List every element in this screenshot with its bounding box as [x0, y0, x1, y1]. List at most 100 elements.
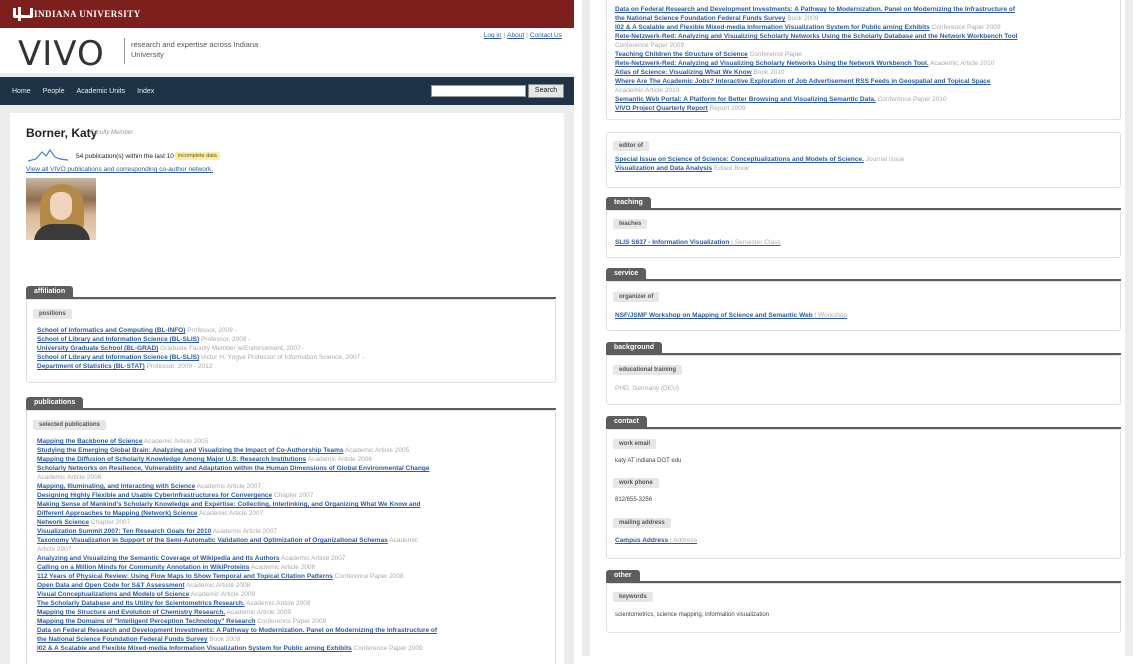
publication-link[interactable]: Scholarly Networks on Resilience, Vulner… — [37, 465, 429, 472]
work-phone-value: 812/855-3256 — [615, 497, 653, 503]
publication-meta: Academic Article 2008 — [185, 582, 251, 589]
list-item: Visualization and Data Analysis Edited B… — [615, 165, 750, 172]
publication-meta: Academic Article 2006 — [307, 456, 372, 463]
publication-link[interactable]: Where Are The Academic Jobs? Interactive… — [615, 78, 991, 85]
list-item: Mapping the Structure and Evolution of C… — [37, 608, 547, 617]
search-input[interactable] — [431, 85, 526, 97]
publication-link[interactable]: Taxonomy Visualization in Support of the… — [37, 537, 388, 544]
publication-link[interactable]: VIVO Project Quarterly Report — [615, 105, 708, 112]
list-item: Analyzing and Visualizing the Semantic C… — [37, 554, 547, 563]
work-email-value[interactable]: katy AT indiana DOT edu — [615, 458, 681, 464]
campus-address-link[interactable]: Campus Address | Address — [615, 537, 697, 544]
publication-link[interactable]: Atlas of Science: Visualizing What We Kn… — [615, 69, 752, 76]
list-item: Rete-Netzwerk-Red: Analyzing and Visuali… — [615, 32, 1120, 41]
publication-meta: Chapter 2007 — [90, 519, 131, 526]
login-link[interactable]: Log in — [484, 32, 502, 39]
publication-link[interactable]: Visualization Summit 2007: Ten Research … — [37, 528, 211, 535]
left-browser-panel: INDIANA UNIVERSITY VIVO research and exp… — [0, 0, 574, 664]
list-item: Data on Federal Research and Development… — [37, 626, 547, 635]
list-item: Teaching Children the Structure of Scien… — [615, 50, 1120, 59]
publication-link[interactable]: Teaching Children the Structure of Scien… — [615, 51, 748, 58]
editor-list: Special Issue on Science of Science: Con… — [615, 155, 1120, 173]
publication-meta: Academic Article 2010 — [615, 87, 680, 94]
top-links: Log in | About | Contact Us — [483, 32, 562, 39]
search-button[interactable]: Search — [528, 84, 564, 98]
publication-link[interactable]: the National Science Foundation Federal … — [37, 636, 207, 643]
vivo-header: VIVO research and expertise across India… — [0, 28, 574, 74]
publication-link[interactable]: Analyzing and Visualizing the Semantic C… — [37, 555, 280, 562]
publication-meta: Academic Article 2005 — [344, 447, 410, 454]
panel-divider — [574, 0, 582, 664]
publication-link[interactable]: Rete-Netzwerk-Red: Analyzing and Visuali… — [615, 33, 1017, 40]
publication-link[interactable]: Network Science — [37, 519, 89, 526]
publication-meta: Conference Paper 2010 — [877, 96, 947, 103]
publication-link[interactable]: I02 & A Scalable and Flexible Mixed-medi… — [37, 645, 352, 652]
publication-link[interactable]: Calling on a Million Minds for Community… — [37, 564, 249, 571]
incomplete-data-badge: incomplete data — [175, 152, 220, 160]
publication-meta: Academic Article 2009 — [246, 600, 311, 607]
publication-link[interactable]: Mapping the Structure and Evolution of C… — [37, 609, 225, 616]
other-box: keywords scientometrics, science mapping… — [606, 583, 1121, 633]
publication-link[interactable]: The Scholarly Database and Its Utility f… — [37, 600, 245, 607]
list-item: Semantic Web Portal: A Platform for Bett… — [615, 95, 1120, 104]
nav-people[interactable]: People — [43, 88, 65, 95]
publication-link[interactable]: Making Sense of Mankind's Scholarly Know… — [37, 501, 421, 508]
about-link[interactable]: About — [507, 32, 524, 39]
iu-header-bar: INDIANA UNIVERSITY — [0, 0, 574, 28]
publication-link[interactable]: the National Science Foundation Federal … — [615, 15, 785, 22]
publications-list: Mapping the Backbone of Science Academic… — [37, 437, 547, 653]
workshop-link[interactable]: NSF/JSMF Workshop on Mapping of Science … — [615, 312, 847, 319]
list-item: The Scholarly Database and Its Utility f… — [37, 599, 547, 608]
list-item: Visualization Summit 2007: Ten Research … — [37, 527, 547, 536]
publication-meta: Book 2010 — [753, 69, 785, 76]
coauthor-network-link[interactable]: View all VIVO publications and correspon… — [26, 166, 213, 173]
publication-meta: Book 2009 — [787, 15, 819, 22]
publication-meta: Academic Article 2007 — [196, 483, 261, 490]
publication-link[interactable]: Visual Conceptualizations and Models of … — [37, 591, 189, 598]
list-item: Mapping the Diffusion of Scholarly Knowl… — [37, 455, 547, 464]
publication-link[interactable]: Mapping the Backbone of Science — [37, 438, 142, 445]
list-item: Rete-Netzwerk-Red: Analyzing ad Visualiz… — [615, 59, 1120, 68]
publication-meta: Conference Paper 2009 — [353, 645, 423, 652]
publication-link[interactable]: Rete-Netzwerk-Red: Analyzing ad Visualiz… — [615, 60, 929, 67]
publication-link[interactable]: Data on Federal Research and Development… — [37, 627, 437, 634]
publication-link[interactable]: Mapping, Illuminating, and Interacting w… — [37, 483, 195, 490]
list-item: Taxonomy Visualization in Support of the… — [37, 536, 547, 545]
publication-meta: Conference Paper 2009 — [257, 618, 327, 625]
publication-meta: Conference Paper 2008 — [334, 573, 404, 580]
teaching-course-link[interactable]: SLIS S637 - Information Visualization | … — [615, 239, 781, 246]
publication-link[interactable]: Designing Highly Flexible and Usable Cyb… — [37, 492, 272, 499]
iu-label: INDIANA UNIVERSITY — [34, 9, 141, 19]
publications-list-continued: Data on Federal Research and Development… — [615, 5, 1120, 113]
nav-index[interactable]: Index — [137, 88, 154, 95]
publication-link[interactable]: Data on Federal Research and Development… — [615, 6, 1015, 13]
publication-sparkline-icon[interactable] — [28, 147, 68, 163]
logo-separator — [124, 38, 125, 64]
list-item: Studying the Emerging Global Brain: Anal… — [37, 446, 547, 455]
list-item: Visual Conceptualizations and Models of … — [37, 590, 547, 599]
positions-label: positions — [33, 309, 72, 319]
educational-training-label: educational training — [613, 365, 683, 375]
profile-photo — [26, 178, 96, 240]
profile-content: Borner, Katy Faculty Member 54 publicati… — [10, 113, 564, 664]
publication-link[interactable]: Studying the Emerging Global Brain: Anal… — [37, 447, 344, 454]
affiliation-box: positions School of Informatics and Comp… — [26, 299, 556, 383]
publication-link[interactable]: Semantic Web Portal: A Platform for Bett… — [615, 96, 876, 103]
vivo-tagline: research and expertise across Indiana Un… — [131, 40, 259, 59]
publication-link[interactable]: Mapping the Diffusion of Scholarly Knowl… — [37, 456, 306, 463]
publication-link[interactable]: Different Approaches to Mapping (Network… — [37, 510, 197, 517]
main-navbar: Home People Academic Units Index Search — [0, 77, 574, 105]
contact-us-link[interactable]: Contact Us — [530, 32, 562, 39]
list-item: I02 & A Scalable and Flexible Mixed-medi… — [615, 23, 1120, 32]
publication-link[interactable]: 112 Years of Physical Review: Using Flow… — [37, 573, 333, 580]
list-item: Mapping the Backbone of Science Academic… — [37, 437, 547, 446]
publication-meta: Academic Article 2009 — [226, 609, 291, 616]
publication-link[interactable]: Mapping the Domains of "Intelligent Perc… — [37, 618, 255, 625]
nav-academic-units[interactable]: Academic Units — [76, 88, 125, 95]
vivo-logo[interactable]: VIVO — [18, 34, 105, 74]
publication-meta: Chapter 2007 — [273, 492, 314, 499]
nav-home[interactable]: Home — [12, 88, 31, 95]
list-item: School of Library and Information Scienc… — [37, 336, 251, 343]
publication-link[interactable]: I02 & A Scalable and Flexible Mixed-medi… — [615, 24, 930, 31]
publication-link[interactable]: Open Data and Open Code for S&T Assessme… — [37, 582, 184, 589]
